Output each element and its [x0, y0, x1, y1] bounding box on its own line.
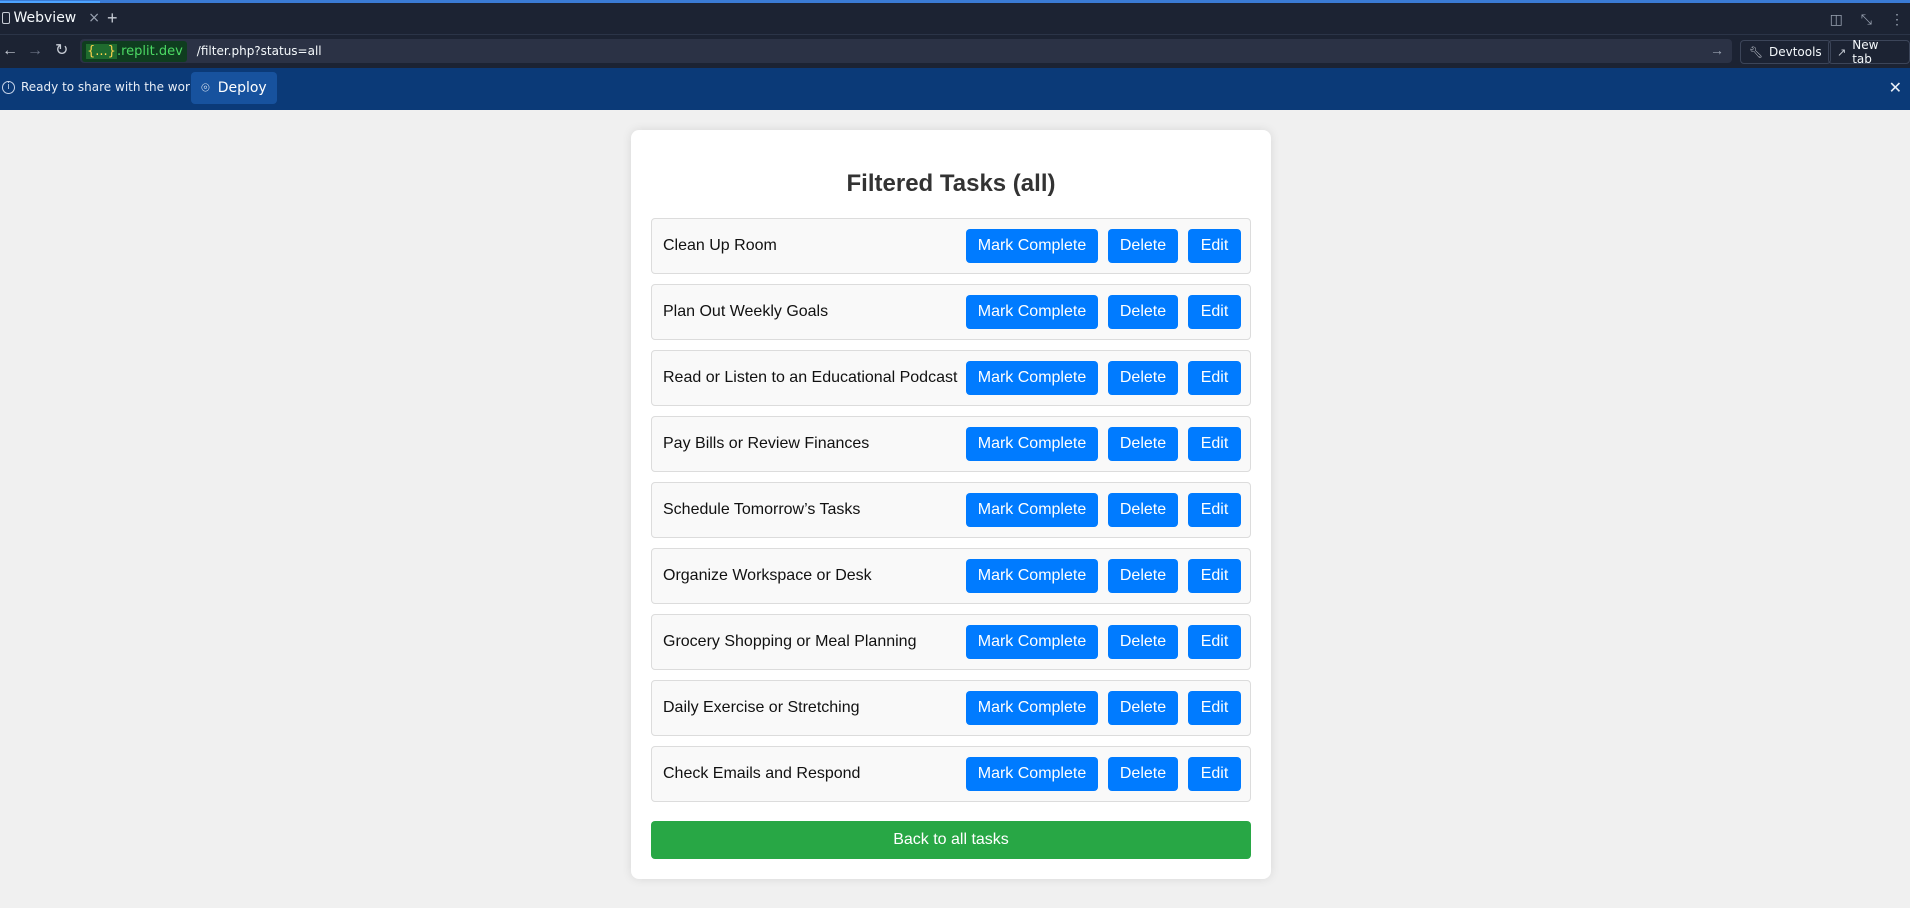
go-arrow-icon[interactable]: →: [1710, 42, 1724, 58]
monitor-icon: [2, 11, 10, 24]
mark-complete-button[interactable]: Mark Complete: [966, 229, 1098, 263]
delete-button[interactable]: Delete: [1108, 625, 1178, 659]
delete-button[interactable]: Delete: [1108, 361, 1178, 395]
tab-webview[interactable]: Webview ×: [0, 1, 100, 32]
edit-button[interactable]: Edit: [1188, 559, 1241, 593]
edit-button[interactable]: Edit: [1188, 295, 1241, 329]
split-view-icon[interactable]: ◫: [1830, 11, 1843, 28]
mark-complete-button[interactable]: Mark Complete: [966, 493, 1098, 527]
task-name: Check Emails and Respond: [663, 765, 861, 782]
task-name: Plan Out Weekly Goals: [663, 303, 829, 320]
tab-title: Webview: [13, 9, 77, 26]
minimize-icon[interactable]: ⤡: [1861, 11, 1872, 28]
forward-arrow-icon[interactable]: →: [27, 42, 43, 60]
devtools-button[interactable]: 🔧︎ Devtools: [1740, 40, 1831, 64]
edit-button[interactable]: Edit: [1188, 691, 1241, 725]
task-row: Grocery Shopping or Meal Planning Mark C…: [651, 614, 1251, 670]
new-tab-label: New tab: [1852, 38, 1879, 66]
task-name: Read or Listen to an Educational Podcast: [663, 369, 958, 386]
close-banner-icon[interactable]: ✕: [1889, 78, 1902, 98]
address-bar: ← → ↻ {...}.replit.dev /filter.php?statu…: [0, 34, 1910, 68]
new-tab-button[interactable]: ↗ New tab: [1828, 38, 1910, 66]
info-icon: i: [2, 80, 15, 94]
mark-complete-button[interactable]: Mark Complete: [966, 691, 1098, 725]
task-name: Clean Up Room: [663, 237, 777, 254]
edit-button[interactable]: Edit: [1188, 493, 1241, 527]
browser-tab-bar: Webview × + ◫ ⤡ ⋮: [0, 0, 1910, 34]
task-row: Schedule Tomorrow’s Tasks Mark Complete …: [651, 482, 1251, 538]
mark-complete-button[interactable]: Mark Complete: [966, 361, 1098, 395]
external-link-icon: ↗: [1837, 45, 1847, 59]
deploy-message-text: Ready to share with the world?: [21, 80, 208, 94]
mark-complete-button[interactable]: Mark Complete: [966, 559, 1098, 593]
deploy-label: Deploy: [217, 80, 267, 96]
delete-button[interactable]: Delete: [1108, 559, 1178, 593]
delete-button[interactable]: Delete: [1108, 691, 1178, 725]
tasks-card: Filtered Tasks (all) Clean Up Room Mark …: [631, 130, 1271, 879]
mark-complete-button[interactable]: Mark Complete: [966, 625, 1098, 659]
new-tab-icon[interactable]: +: [107, 9, 118, 27]
task-name: Schedule Tomorrow’s Tasks: [663, 501, 861, 518]
task-row: Pay Bills or Review Finances Mark Comple…: [651, 416, 1251, 472]
task-row: Organize Workspace or Desk Mark Complete…: [651, 548, 1251, 604]
back-to-all-tasks-button[interactable]: Back to all tasks: [651, 821, 1251, 859]
deploy-icon: ⌾: [201, 80, 210, 96]
edit-button[interactable]: Edit: [1188, 625, 1241, 659]
delete-button[interactable]: Delete: [1108, 493, 1178, 527]
task-row: Read or Listen to an Educational Podcast…: [651, 350, 1251, 406]
task-name: Daily Exercise or Stretching: [663, 699, 860, 716]
more-icon[interactable]: ⋮: [1890, 11, 1904, 28]
window-controls: ◫ ⤡ ⋮: [1830, 11, 1904, 28]
back-arrow-icon[interactable]: ←: [2, 42, 18, 60]
delete-button[interactable]: Delete: [1108, 757, 1178, 791]
edit-button[interactable]: Edit: [1188, 229, 1241, 263]
task-row: Clean Up Room Mark Complete Delete Edit: [651, 218, 1251, 274]
mark-complete-button[interactable]: Mark Complete: [966, 427, 1098, 461]
tab-close-icon[interactable]: ×: [88, 10, 100, 26]
delete-button[interactable]: Delete: [1108, 427, 1178, 461]
edit-button[interactable]: Edit: [1188, 361, 1241, 395]
url-path: /filter.php?status=all: [196, 44, 322, 58]
url-host-brace: {...}: [86, 43, 117, 59]
url-field[interactable]: {...}.replit.dev /filter.php?status=all …: [80, 39, 1732, 63]
task-name: Organize Workspace or Desk: [663, 567, 872, 584]
task-name: Pay Bills or Review Finances: [663, 435, 870, 452]
task-name: Grocery Shopping or Meal Planning: [663, 633, 917, 650]
task-row: Plan Out Weekly Goals Mark Complete Dele…: [651, 284, 1251, 340]
deploy-message: i Ready to share with the world?: [2, 80, 207, 94]
edit-button[interactable]: Edit: [1188, 427, 1241, 461]
edit-button[interactable]: Edit: [1188, 757, 1241, 791]
task-row: Daily Exercise or Stretching Mark Comple…: [651, 680, 1251, 736]
delete-button[interactable]: Delete: [1108, 229, 1178, 263]
reload-icon[interactable]: ↻: [55, 42, 68, 60]
task-row: Check Emails and Respond Mark Complete D…: [651, 746, 1251, 802]
mark-complete-button[interactable]: Mark Complete: [966, 295, 1098, 329]
devtools-label: Devtools: [1768, 45, 1822, 59]
delete-button[interactable]: Delete: [1108, 295, 1178, 329]
mark-complete-button[interactable]: Mark Complete: [966, 757, 1098, 791]
deploy-banner: i Ready to share with the world? ⌾ Deplo…: [0, 68, 1910, 110]
url-host: {...}.replit.dev: [82, 40, 187, 62]
deploy-button[interactable]: ⌾ Deploy: [191, 72, 277, 104]
page-title: Filtered Tasks (all): [846, 170, 1056, 197]
wrench-icon: 🔧︎: [1749, 45, 1763, 59]
url-host-domain: .replit.dev: [116, 43, 183, 59]
